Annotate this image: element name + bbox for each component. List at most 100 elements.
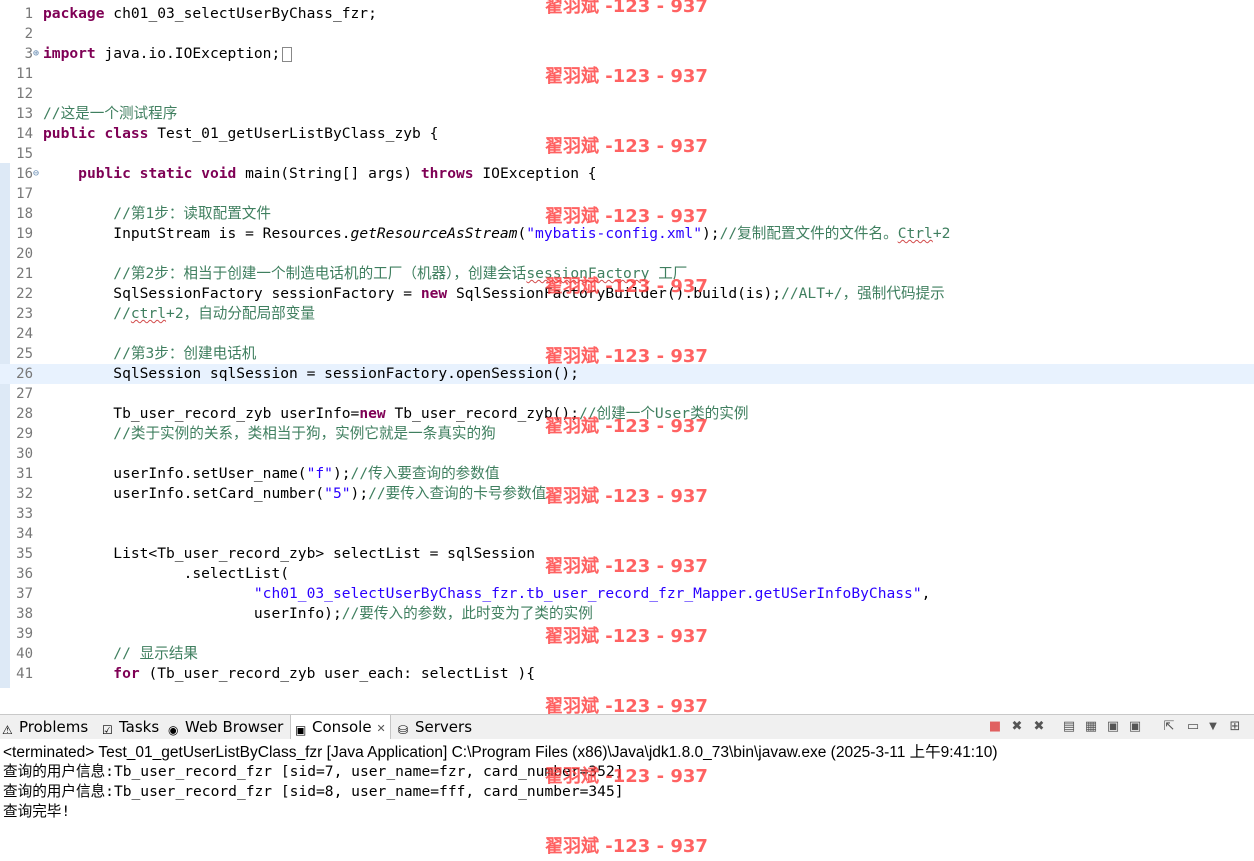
- code-token: class: [104, 125, 158, 142]
- remove-launch-icon[interactable]: ✖: [1010, 720, 1024, 734]
- code-line[interactable]: 12: [0, 84, 1254, 104]
- code-text[interactable]: //这是一个测试程序: [43, 104, 177, 124]
- expand-fold-icon[interactable]: ⊕: [31, 44, 41, 64]
- code-line[interactable]: 14 public class Test_01_getUserListByClas…: [0, 124, 1254, 144]
- code-line[interactable]: 22 SqlSessionFactory sessionFactory = ne…: [0, 284, 1254, 304]
- code-line[interactable]: 39: [0, 624, 1254, 644]
- code-text[interactable]: import java.io.IOException;: [43, 44, 293, 64]
- line-number: 30: [16, 446, 33, 462]
- code-line[interactable]: 32 userInfo.setCard_number("5");//要传入查询的…: [0, 484, 1254, 504]
- code-line[interactable]: 24: [0, 324, 1254, 344]
- tab-tasks[interactable]: ☑ Tasks: [102, 715, 159, 739]
- tab-label: Console: [312, 718, 372, 736]
- console-view[interactable]: <terminated> Test_01_getUserListByClass_…: [0, 739, 1254, 861]
- code-text[interactable]: public static void main(String[] args) t…: [43, 164, 596, 184]
- tab-label: Servers: [415, 718, 473, 736]
- code-text[interactable]: package ch01_03_selectUserByChass_fzr;: [43, 4, 377, 24]
- code-line[interactable]: 31 userInfo.setUser_name("f");//传入要查询的参数…: [0, 464, 1254, 484]
- code-line[interactable]: 19 InputStream is = Resources.getResourc…: [0, 224, 1254, 244]
- scroll-lock-icon[interactable]: ▦: [1084, 720, 1098, 734]
- tab-servers[interactable]: ⛁ Servers: [398, 715, 472, 739]
- code-text[interactable]: userInfo);//要传入的参数，此时变为了类的实例: [43, 604, 593, 624]
- tab-console[interactable]: ▣ Console ✕: [290, 715, 391, 739]
- horizontal-scrollbar[interactable]: ◀: [0, 688, 1254, 690]
- code-line[interactable]: 1 package ch01_03_selectUserByChass_fzr;: [0, 4, 1254, 24]
- terminate-icon[interactable]: ■: [988, 720, 1002, 734]
- code-line[interactable]: 26 SqlSession sqlSession = sessionFactor…: [0, 364, 1254, 384]
- tab-web-browser[interactable]: ◉ Web Browser: [168, 715, 283, 739]
- code-token: ch01_03_selectUserByChass_fzr;: [113, 5, 377, 22]
- code-token: //要传入的参数，此时变为了类的实例: [341, 605, 593, 622]
- code-text[interactable]: InputStream is = Resources.getResourceAs…: [43, 224, 950, 244]
- line-number: 11: [16, 66, 33, 82]
- code-line[interactable]: 11: [0, 64, 1254, 84]
- code-line[interactable]: 34: [0, 524, 1254, 544]
- code-line[interactable]: 25 //第3步：创建电话机: [0, 344, 1254, 364]
- scroll-left-icon[interactable]: ◀: [44, 689, 51, 690]
- code-line[interactable]: 41 for (Tb_user_record_zyb user_each: se…: [0, 664, 1254, 684]
- code-text[interactable]: "ch01_03_selectUserByChass_fzr.tb_user_r…: [43, 584, 931, 604]
- code-line[interactable]: 16 ⊖ public static void main(String[] arg…: [0, 164, 1254, 184]
- code-line[interactable]: 20: [0, 244, 1254, 264]
- display-console-icon[interactable]: ▭: [1186, 720, 1200, 734]
- code-line[interactable]: 27: [0, 384, 1254, 404]
- code-editor[interactable]: 1 package ch01_03_selectUserByChass_fzr; 2…: [0, 0, 1254, 690]
- code-token: 工厂: [649, 265, 688, 282]
- collapse-fold-icon[interactable]: ⊖: [31, 164, 41, 184]
- code-text[interactable]: SqlSession sqlSession = sessionFactory.o…: [43, 364, 579, 384]
- code-token: //创建一个User类的实例: [578, 405, 749, 422]
- code-line[interactable]: 17: [0, 184, 1254, 204]
- code-line[interactable]: 28 Tb_user_record_zyb userInfo=new Tb_us…: [0, 404, 1254, 424]
- code-text[interactable]: userInfo.setUser_name("f");//传入要查询的参数值: [43, 464, 499, 484]
- code-line[interactable]: 29 //类于实例的关系，类相当于狗，实例它就是一条真实的狗: [0, 424, 1254, 444]
- line-number: 38: [16, 606, 33, 622]
- clear-console-icon[interactable]: ▤: [1062, 720, 1076, 734]
- code-text[interactable]: //第2步：相当于创建一个制造电话机的工厂（机器），创建会话sessionFac…: [43, 264, 687, 284]
- code-text[interactable]: userInfo.setCard_number("5");//要传入查询的卡号参…: [43, 484, 546, 504]
- code-line[interactable]: 40 // 显示结果: [0, 644, 1254, 664]
- code-text[interactable]: //第1步：读取配置文件: [43, 204, 271, 224]
- code-line[interactable]: 30: [0, 444, 1254, 464]
- code-text[interactable]: //ctrl+2，自动分配局部变量: [43, 304, 315, 324]
- collapsed-imports-icon[interactable]: [282, 46, 293, 62]
- code-line[interactable]: 13 //这是一个测试程序: [0, 104, 1254, 124]
- code-line[interactable]: 2: [0, 24, 1254, 44]
- code-line[interactable]: 38 userInfo);//要传入的参数，此时变为了类的实例: [0, 604, 1254, 624]
- console-output-line[interactable]: 查询的用户信息:Tb_user_record_fzr [sid=7, user_…: [3, 762, 624, 782]
- code-line[interactable]: 18 //第1步：读取配置文件: [0, 204, 1254, 224]
- dropdown-icon[interactable]: ▼: [1206, 720, 1220, 734]
- code-token: public: [43, 125, 105, 142]
- code-line[interactable]: 33: [0, 504, 1254, 524]
- line-number: 36: [16, 566, 33, 582]
- code-line[interactable]: 23 //ctrl+2，自动分配局部变量: [0, 304, 1254, 324]
- code-token: userInfo.setUser_name(: [43, 465, 307, 482]
- close-icon[interactable]: ✕: [377, 722, 386, 735]
- code-line[interactable]: 35 List<Tb_user_record_zyb> selectList =…: [0, 544, 1254, 564]
- line-number: 1: [24, 6, 33, 22]
- open-console-icon[interactable]: ⊞: [1228, 720, 1242, 734]
- console-output-line[interactable]: 查询的用户信息:Tb_user_record_fzr [sid=8, user_…: [3, 782, 624, 802]
- show-on-error-icon[interactable]: ▣: [1128, 720, 1142, 734]
- tab-problems[interactable]: ⚠ Problems: [2, 715, 88, 739]
- code-token: //: [113, 305, 131, 322]
- code-text[interactable]: public class Test_01_getUserListByClass_…: [43, 124, 438, 144]
- console-output-line[interactable]: 查询完毕!: [3, 802, 70, 822]
- code-token: (Tb_user_record_zyb user_each: selectLis…: [148, 665, 536, 682]
- code-line[interactable]: 36 .selectList(: [0, 564, 1254, 584]
- remove-all-launches-icon[interactable]: ✖: [1032, 720, 1046, 734]
- code-text[interactable]: // 显示结果: [43, 644, 198, 664]
- code-line[interactable]: 37 "ch01_03_selectUserByChass_fzr.tb_use…: [0, 584, 1254, 604]
- code-text[interactable]: .selectList(: [43, 564, 289, 584]
- code-line[interactable]: 15: [0, 144, 1254, 164]
- code-text[interactable]: List<Tb_user_record_zyb> selectList = sq…: [43, 544, 535, 564]
- code-text[interactable]: for (Tb_user_record_zyb user_each: selec…: [43, 664, 535, 684]
- code-line[interactable]: 21 //第2步：相当于创建一个制造电话机的工厂（机器），创建会话session…: [0, 264, 1254, 284]
- code-text[interactable]: //第3步：创建电话机: [43, 344, 256, 364]
- pin-console-icon[interactable]: ⇱: [1162, 720, 1176, 734]
- code-line[interactable]: 3 ⊕ import java.io.IOException;: [0, 44, 1254, 64]
- code-text[interactable]: SqlSessionFactory sessionFactory = new S…: [43, 284, 944, 304]
- code-text[interactable]: //类于实例的关系，类相当于狗，实例它就是一条真实的狗: [43, 424, 495, 444]
- code-token: (: [517, 225, 527, 242]
- show-on-output-icon[interactable]: ▣: [1106, 720, 1120, 734]
- code-text[interactable]: Tb_user_record_zyb userInfo=new Tb_user_…: [43, 404, 748, 424]
